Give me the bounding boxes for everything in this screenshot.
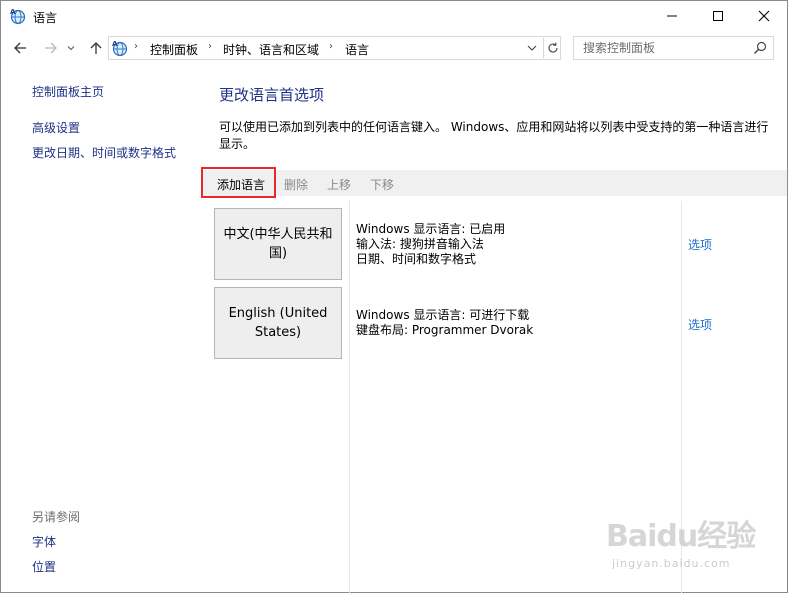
language-globe-icon: A <box>112 40 128 57</box>
language-detail-line: Windows 显示语言: 已启用 <box>356 222 506 236</box>
options-link-english[interactable]: 选项 <box>688 316 712 333</box>
maximize-button[interactable] <box>695 1 741 31</box>
control-panel-home-link[interactable]: 控制面板主页 <box>32 83 104 100</box>
language-window: A 语言 A › 控制面板 › 时钟、语言和区域 › 语言 搜索控制面板 控制面… <box>0 0 788 593</box>
breadcrumb-separator: › <box>134 41 138 52</box>
arrow-left-icon <box>14 42 26 54</box>
change-date-time-format-link[interactable]: 更改日期、时间或数字格式 <box>32 144 176 161</box>
language-item-chinese[interactable]: 中文(中华人民共和国) <box>214 208 342 280</box>
language-details-chinese: Windows 显示语言: 已启用 输入法: 搜狗拼音输入法 日期、时间和数字格… <box>356 222 505 267</box>
svg-text:A: A <box>112 40 118 48</box>
forward-button[interactable] <box>41 38 61 58</box>
title-bar: A 语言 <box>1 1 787 31</box>
search-box <box>573 36 774 60</box>
move-down-button[interactable]: 下移 <box>370 176 394 193</box>
search-input[interactable] <box>575 38 745 58</box>
arrow-up-icon <box>90 42 102 54</box>
search-icon[interactable] <box>752 40 768 56</box>
address-bar[interactable]: A › 控制面板 › 时钟、语言和区域 › 语言 <box>108 36 561 60</box>
maximize-icon <box>713 11 723 21</box>
chevron-down-icon <box>527 45 537 51</box>
language-detail-line: Windows 显示语言: 可进行下载 <box>356 308 530 322</box>
watermark-url: jingyan.baidu.com <box>612 557 731 570</box>
refresh-icon <box>548 42 558 53</box>
close-icon <box>758 10 770 22</box>
minimize-button[interactable] <box>649 1 695 31</box>
remove-button[interactable]: 删除 <box>284 176 308 193</box>
navigation-bar: A › 控制面板 › 时钟、语言和区域 › 语言 <box>1 34 787 62</box>
language-detail-line: 键盘布局: Programmer Dvorak <box>356 323 534 337</box>
breadcrumb-clock-language-region[interactable]: 时钟、语言和区域 <box>223 41 319 58</box>
window-title: 语言 <box>33 11 58 25</box>
watermark-logo: Baidu经验 <box>606 519 756 554</box>
language-toolbar: 添加语言 删除 上移 下移 <box>201 170 787 196</box>
svg-text:A: A <box>10 8 16 16</box>
column-divider <box>349 201 350 593</box>
close-button[interactable] <box>741 1 787 31</box>
back-button[interactable] <box>10 38 30 58</box>
language-item-english[interactable]: English (United States) <box>214 287 342 359</box>
see-also-heading: 另请参阅 <box>32 510 81 524</box>
page-title: 更改语言首选项 <box>219 86 325 104</box>
move-up-button[interactable]: 上移 <box>327 176 351 193</box>
up-button[interactable] <box>86 38 106 58</box>
add-language-highlight <box>201 167 276 198</box>
language-globe-icon: A <box>10 8 26 25</box>
baidu-watermark: Baidu经验 jingyan.baidu.com <box>606 511 756 581</box>
page-description: 可以使用已添加到列表中的任何语言键入。 Windows、应用和网站将以列表中受支… <box>219 120 769 151</box>
arrow-right-icon <box>45 42 57 54</box>
location-link[interactable]: 位置 <box>32 558 56 575</box>
minimize-icon <box>667 15 677 17</box>
language-details-english: Windows 显示语言: 可进行下载 键盘布局: Programmer Dvo… <box>356 308 533 338</box>
breadcrumb-separator: › <box>329 41 333 52</box>
language-detail-line: 日期、时间和数字格式 <box>356 252 477 266</box>
fonts-link[interactable]: 字体 <box>32 533 56 550</box>
chevron-down-icon <box>67 46 75 51</box>
recent-locations-button[interactable] <box>65 38 77 58</box>
breadcrumb-language[interactable]: 语言 <box>345 41 369 58</box>
language-detail-line: 输入法: 搜狗拼音输入法 <box>356 237 484 251</box>
breadcrumb-separator: › <box>208 41 212 52</box>
refresh-button[interactable] <box>543 38 561 58</box>
advanced-settings-link[interactable]: 高级设置 <box>32 119 80 136</box>
breadcrumb-control-panel[interactable]: 控制面板 <box>150 41 198 58</box>
options-link-chinese[interactable]: 选项 <box>688 236 712 253</box>
address-history-dropdown[interactable] <box>524 40 540 56</box>
